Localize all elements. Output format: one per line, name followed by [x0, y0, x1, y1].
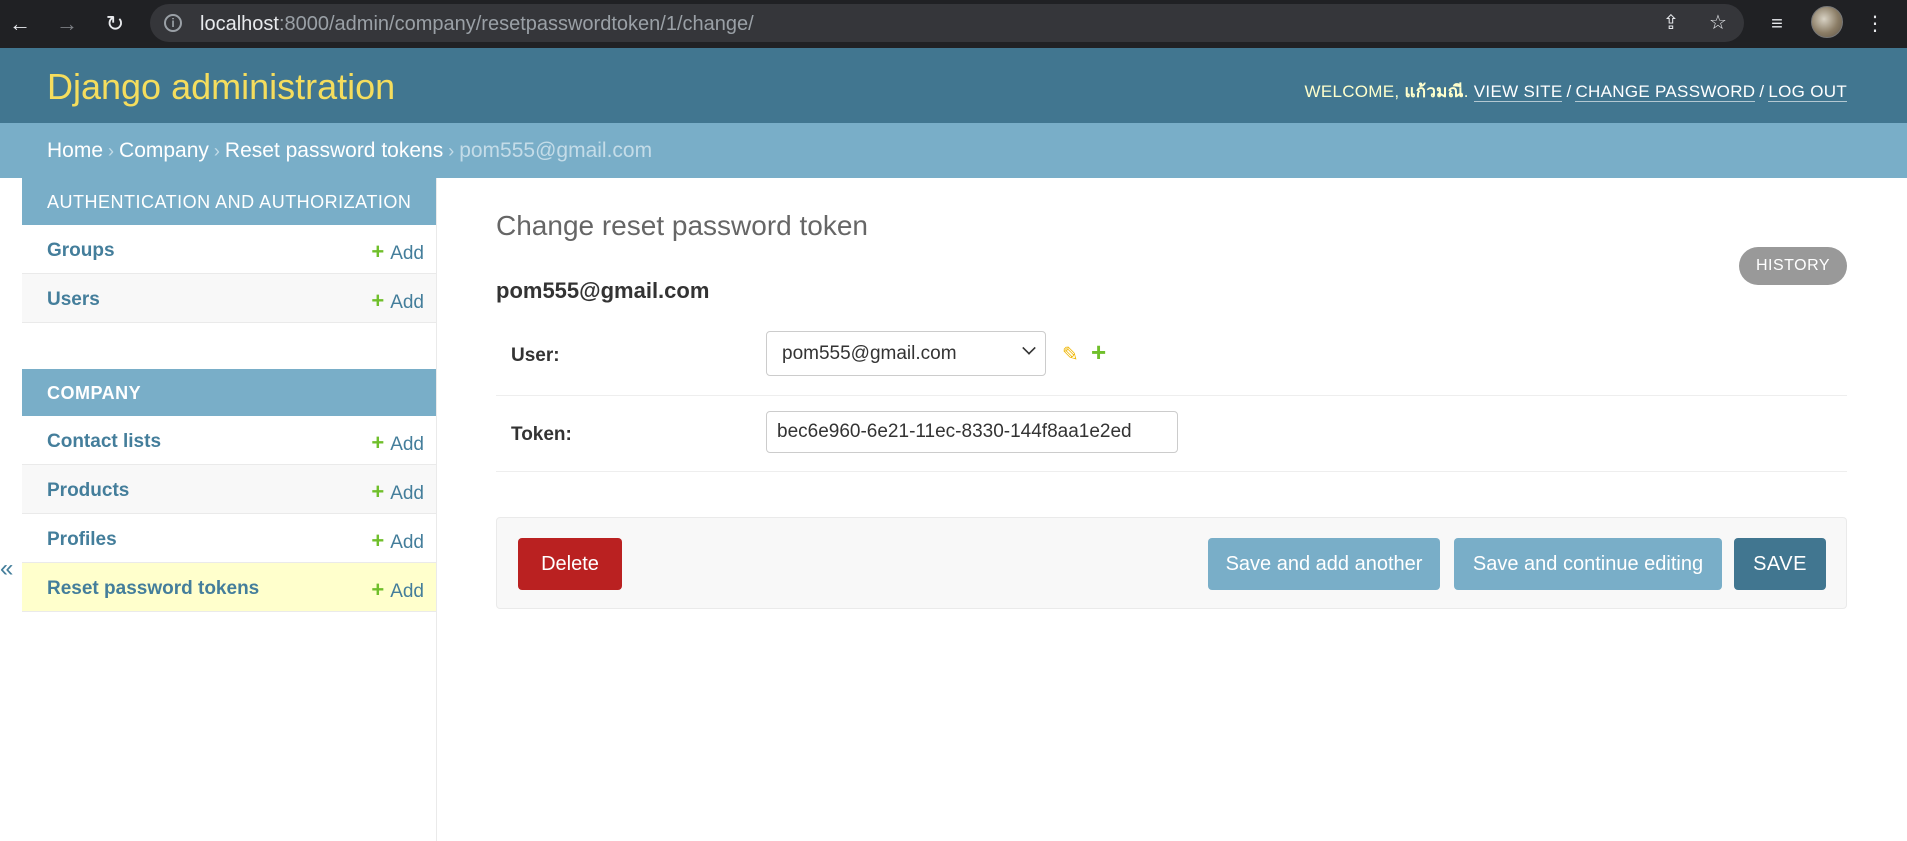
- sidebar-item-profiles: Profiles + Add: [22, 514, 436, 563]
- sidebar-item-groups: Groups + Add: [22, 225, 436, 274]
- breadcrumb-current: pom555@gmail.com: [459, 139, 653, 162]
- save-continue-button[interactable]: Save and continue editing: [1454, 538, 1722, 590]
- admin-header: Django administration Welcome, แก้วมณี. …: [0, 48, 1907, 123]
- breadcrumb-company[interactable]: Company: [119, 139, 209, 162]
- add-contact-lists-link[interactable]: + Add: [371, 430, 424, 456]
- plus-icon: +: [371, 430, 385, 455]
- sidebar-link-contact-lists[interactable]: Contact lists: [47, 431, 161, 453]
- menu-kebab-icon[interactable]: ⋮: [1860, 9, 1890, 39]
- bookmark-star-icon[interactable]: ☆: [1705, 10, 1731, 36]
- add-profiles-link[interactable]: + Add: [371, 528, 424, 554]
- breadcrumb-model[interactable]: Reset password tokens: [225, 139, 443, 162]
- plus-icon: +: [371, 479, 385, 504]
- page-title: Change reset password token: [496, 210, 868, 241]
- module-caption-company[interactable]: Company: [22, 369, 436, 416]
- url-path: :8000/admin/company/resetpasswordtoken/1…: [278, 13, 754, 35]
- breadcrumb-home[interactable]: Home: [47, 139, 103, 162]
- change-password-link[interactable]: Change password: [1575, 82, 1756, 102]
- share-icon[interactable]: ⇪: [1658, 10, 1684, 36]
- site-branding[interactable]: Django administration: [47, 66, 395, 108]
- module-spacer: [22, 323, 436, 369]
- reload-icon[interactable]: ↻: [100, 9, 130, 39]
- profile-avatar[interactable]: [1811, 6, 1843, 38]
- add-label: Add: [390, 532, 424, 553]
- add-label: Add: [390, 581, 424, 602]
- sidebar-item-products: Products + Add: [22, 465, 436, 514]
- sidebar-link-profiles[interactable]: Profiles: [47, 529, 117, 551]
- object-title: pom555@gmail.com: [496, 278, 710, 303]
- add-label: Add: [390, 434, 424, 455]
- site-info-icon[interactable]: i: [164, 14, 182, 32]
- history-button[interactable]: History: [1739, 247, 1847, 285]
- welcome-text: Welcome,: [1304, 82, 1400, 101]
- url-host: localhost: [200, 13, 279, 35]
- view-site-link[interactable]: View site: [1473, 82, 1563, 102]
- token-field-label: Token:: [511, 424, 572, 445]
- user-select[interactable]: pom555@gmail.com: [766, 331, 1046, 376]
- add-label: Add: [390, 483, 424, 504]
- back-icon[interactable]: ←: [5, 9, 35, 39]
- sidebar-toggle-button[interactable]: «: [0, 555, 14, 583]
- browser-toolbar: ← → ↻ i localhost:8000/admin/company/res…: [0, 0, 1907, 48]
- sidebar-link-users[interactable]: Users: [47, 289, 100, 311]
- nav-sidebar: Authentication and Authorization Groups …: [22, 178, 437, 841]
- form-row-user: User: pom555@gmail.com ✎ +: [496, 331, 1847, 396]
- module-caption-auth[interactable]: Authentication and Authorization: [22, 178, 436, 225]
- user-select-value: pom555@gmail.com: [782, 343, 957, 364]
- sidebar-item-users: Users + Add: [22, 274, 436, 323]
- plus-icon: +: [371, 528, 385, 553]
- user-field-label: User:: [511, 345, 560, 366]
- save-button[interactable]: Save: [1734, 538, 1826, 590]
- user-tools: Welcome, แก้วมณี. View site / Change passw…: [1304, 82, 1847, 102]
- sidebar-item-contact-lists: Contact lists + Add: [22, 416, 436, 465]
- add-label: Add: [390, 292, 424, 313]
- sidebar-link-reset-password-tokens[interactable]: Reset password tokens: [47, 578, 259, 600]
- forward-icon[interactable]: →: [52, 9, 82, 39]
- chevron-down-icon: [1022, 341, 1036, 355]
- add-related-icon[interactable]: +: [1091, 337, 1106, 368]
- token-input[interactable]: bec6e960-6e21-11ec-8330-144f8aa1e2ed: [766, 411, 1178, 453]
- breadcrumb: Home › Company › Reset password tokens › pom55…: [0, 123, 1907, 178]
- sidebar-link-groups[interactable]: Groups: [47, 240, 115, 262]
- sidebar-item-reset-password-tokens: Reset password tokens + Add: [22, 563, 436, 612]
- add-users-link[interactable]: + Add: [371, 288, 424, 314]
- save-add-another-button[interactable]: Save and add another: [1208, 538, 1440, 590]
- add-label: Add: [390, 243, 424, 264]
- url-text[interactable]: localhost:8000/admin/company/resetpasswo…: [200, 13, 754, 36]
- add-reset-password-tokens-link[interactable]: + Add: [371, 577, 424, 603]
- plus-icon: +: [371, 288, 385, 313]
- add-products-link[interactable]: + Add: [371, 479, 424, 505]
- log-out-link[interactable]: Log out: [1768, 82, 1847, 102]
- plus-icon: +: [371, 577, 385, 602]
- address-bar[interactable]: i localhost:8000/admin/company/resetpass…: [150, 4, 1744, 42]
- add-groups-link[interactable]: + Add: [371, 239, 424, 265]
- sidebar-link-products[interactable]: Products: [47, 480, 129, 502]
- submit-row: Delete Save and add another Save and con…: [496, 517, 1847, 609]
- media-queue-icon[interactable]: ≡: [1762, 9, 1792, 39]
- delete-button[interactable]: Delete: [518, 538, 622, 590]
- plus-icon: +: [371, 239, 385, 264]
- edit-pencil-icon[interactable]: ✎: [1062, 342, 1079, 367]
- username: แก้วมณี: [1404, 82, 1464, 101]
- form-row-token: Token: bec6e960-6e21-11ec-8330-144f8aa1e…: [496, 411, 1847, 472]
